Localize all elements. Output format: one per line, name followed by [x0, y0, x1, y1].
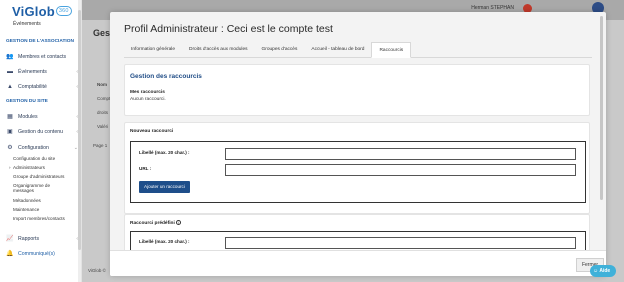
- logo[interactable]: ViGlob 360: [12, 4, 72, 19]
- section-association: GESTION DE L'ASSOCIATION: [6, 39, 74, 44]
- sidebar-sub-site-config[interactable]: Configuration du site: [13, 156, 79, 161]
- sidebar-item-label: Configuration: [18, 144, 49, 151]
- sidebar-sub-administrators[interactable]: Administrateurs: [9, 165, 79, 170]
- tab-access-groups[interactable]: Groupes d'accès: [255, 42, 305, 58]
- shortcuts-panel: Gestion des raccourcis Mes raccourcis Au…: [124, 64, 590, 116]
- modal-footer: Fermer: [110, 250, 606, 276]
- sidebar-item-reports[interactable]: 📈 Rapports ‹: [6, 235, 78, 243]
- url-input[interactable]: [225, 164, 576, 176]
- sidebar-item-label: Communiqué(s): [18, 250, 55, 257]
- no-shortcut-text: Aucun raccourci.: [130, 97, 166, 102]
- sidebar-sub-metadata[interactable]: Métadonnées: [13, 198, 79, 203]
- tab-shortcuts[interactable]: Raccourcis: [371, 42, 412, 58]
- new-shortcut-label: Nouveau raccourci: [130, 129, 174, 134]
- section-site: GESTION DU SITE: [6, 99, 48, 104]
- new-shortcut-form: Libellé (max. 20 char.) : URL : Ajouter …: [130, 141, 586, 203]
- user-name: Herman STEPHAN: [471, 5, 514, 11]
- tab-module-rights[interactable]: Droits d'accès aux modules: [182, 42, 255, 58]
- sidebar-sub-message-chart[interactable]: Organigramme de messages: [13, 183, 57, 193]
- table-row: Valéri: [97, 124, 109, 129]
- users-icon: 👥: [6, 54, 14, 60]
- help-button[interactable]: ☺ Aide: [590, 265, 616, 277]
- new-shortcut-panel: Nouveau raccourci Libellé (max. 20 char.…: [124, 122, 590, 214]
- sidebar-sub-import[interactable]: Import membres/contacts: [13, 216, 79, 221]
- sidebar: ViGlob 360 Événements GESTION DE L'ASSOCI…: [0, 0, 82, 282]
- footer-text: ViGlob ©: [88, 268, 106, 273]
- pagination: Page 1: [93, 143, 108, 148]
- folder-icon: ▬: [7, 68, 13, 75]
- sidebar-item-accounting[interactable]: ▲ Comptabilité ‹: [6, 83, 78, 90]
- my-shortcuts-label: Mes raccourcis: [130, 90, 165, 95]
- sidebar-item-label: Comptabilité: [18, 83, 47, 90]
- add-shortcut-button[interactable]: Ajouter un raccourci: [139, 181, 190, 193]
- chart-icon: 📈: [6, 236, 14, 242]
- sidebar-item-communique[interactable]: 🔔 Communiqué(s): [6, 250, 78, 258]
- tab-dashboard[interactable]: Accueil - tableau de bord: [304, 42, 371, 58]
- libelle-label: Libellé (max. 20 char.) :: [139, 150, 190, 155]
- sidebar-scrollbar[interactable]: [78, 0, 81, 282]
- col-name: Nom: [97, 82, 107, 87]
- bell-icon: 🔔: [6, 251, 14, 257]
- sidebar-item-content[interactable]: ▣ Gestion du contenu ‹: [6, 128, 78, 136]
- libelle-input[interactable]: [225, 148, 576, 160]
- modules-icon: ▦: [7, 114, 13, 120]
- predefined-label-text: Raccourci prédéfini: [130, 220, 175, 226]
- info-icon[interactable]: i: [175, 220, 181, 225]
- admin-profile-modal: Profil Administrateur : Ceci est le comp…: [110, 12, 606, 276]
- help-icon: ☺: [593, 268, 599, 274]
- gear-icon: ⚙: [7, 145, 13, 151]
- predefined-libelle-input[interactable]: [225, 237, 576, 249]
- libelle-label-2: Libellé (max. 20 char.) :: [139, 239, 190, 244]
- content-icon: ▣: [7, 129, 13, 135]
- sidebar-item-members[interactable]: 👥 Membres et contacts: [6, 53, 78, 61]
- predefined-shortcut-panel: Raccourci prédéfini i Libellé (max. 20 ch…: [124, 214, 590, 261]
- tab-general-info[interactable]: Information générale: [124, 42, 182, 58]
- logo-text: ViGlob: [12, 4, 55, 19]
- sidebar-item-label: Rapports: [18, 235, 40, 242]
- help-label: Aide: [599, 268, 611, 274]
- sidebar-item-label: Modules: [18, 113, 38, 120]
- sidebar-item-events-top[interactable]: Événements: [13, 21, 41, 27]
- tab-bar: Information générale Droits d'accès aux …: [124, 42, 592, 58]
- sidebar-item-configuration[interactable]: ⚙ Configuration ⌄: [6, 144, 78, 152]
- sidebar-item-modules[interactable]: ▦ Modules ‹: [6, 113, 78, 121]
- sidebar-item-label: Gestion du contenu: [18, 128, 63, 135]
- modal-title: Profil Administrateur : Ceci est le comp…: [124, 23, 333, 35]
- predefined-label: Raccourci prédéfini i: [130, 220, 181, 226]
- calculator-icon: ▲: [7, 83, 13, 90]
- sidebar-sub-admin-groups[interactable]: Groupe d'administrateurs: [13, 174, 79, 179]
- modal-scrollbar[interactable]: [600, 16, 603, 200]
- table-row: droits: [97, 110, 109, 115]
- sidebar-item-label: Événements: [18, 68, 47, 75]
- sidebar-item-events[interactable]: ▬ Événements ‹: [6, 68, 78, 75]
- table-row: Compt: [97, 96, 111, 101]
- sidebar-sub-maintenance[interactable]: Maintenance: [13, 207, 79, 212]
- url-label: URL :: [139, 166, 152, 171]
- logo-badge: 360: [55, 6, 72, 16]
- sidebar-item-label: Membres et contacts: [18, 53, 67, 60]
- section-title: Gestion des raccourcis: [130, 73, 202, 80]
